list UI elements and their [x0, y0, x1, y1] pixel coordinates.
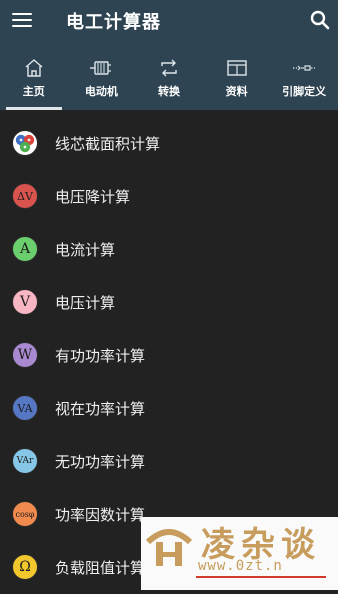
- tab-label: 引脚定义: [282, 85, 327, 98]
- list-item-voltage[interactable]: V 电压计算: [0, 276, 338, 329]
- tab-documents[interactable]: 资料: [203, 52, 271, 110]
- list-item-wire-cross-section[interactable]: 线芯截面积计算: [0, 117, 338, 170]
- tab-label: 电动机: [84, 85, 118, 98]
- tab-motor[interactable]: 电动机: [68, 52, 136, 110]
- wire-cross-section-icon: [12, 130, 38, 156]
- list-item-label: 负载阻值计算: [55, 559, 146, 577]
- resistance-icon: Ω: [12, 554, 38, 580]
- active-power-icon: W: [12, 342, 38, 368]
- app-bar: 电工计算器: [0, 0, 338, 42]
- book-icon: [226, 60, 247, 76]
- list-item-label: 有功功率计算: [55, 347, 146, 365]
- power-factor-icon: cosφ: [12, 501, 38, 527]
- reactive-power-icon: VAr: [12, 448, 38, 474]
- tab-label: 主页: [22, 85, 45, 98]
- tab-label: 转换: [157, 85, 180, 98]
- list-item-reactive-power[interactable]: VAr 无功功率计算: [0, 435, 338, 488]
- pinout-icon: [293, 65, 316, 71]
- voltage-drop-icon: ΔV: [12, 183, 38, 209]
- current-icon: A: [12, 236, 38, 262]
- list-item-apparent-power[interactable]: VA 视在功率计算: [0, 382, 338, 435]
- tab-label: 资料: [225, 85, 248, 98]
- search-icon[interactable]: [308, 8, 332, 32]
- list-item-current[interactable]: A 电流计算: [0, 223, 338, 276]
- list-item-voltage-drop[interactable]: ΔV 电压降计算: [0, 170, 338, 223]
- list-item-label: 无功功率计算: [55, 453, 146, 471]
- convert-icon: [161, 59, 177, 77]
- list-item-active-power[interactable]: W 有功功率计算: [0, 329, 338, 382]
- watermark-underline: [196, 576, 326, 578]
- tab-convert[interactable]: 转换: [135, 52, 203, 110]
- hamburger-menu-icon[interactable]: [12, 11, 34, 31]
- tab-home[interactable]: 主页: [0, 52, 68, 110]
- motor-icon: [90, 61, 112, 75]
- main-tab-bar: 主页 电动机 转换 资料 引脚定义: [0, 52, 338, 110]
- top-bar: 电工计算器 主页 电动机 转换 资料 引脚定义: [0, 0, 338, 110]
- tab-pinout[interactable]: 引脚定义: [270, 52, 338, 110]
- list-item-label: 线芯截面积计算: [55, 135, 161, 153]
- list-item-label: 功率因数计算: [55, 506, 146, 524]
- home-icon: [25, 59, 43, 77]
- list-item-label: 电流计算: [55, 241, 116, 259]
- app-title: 电工计算器: [66, 12, 161, 33]
- voltage-icon: V: [12, 289, 38, 315]
- list-item-label: 电压计算: [55, 294, 116, 312]
- watermark-url: www.0zt.n: [198, 558, 283, 574]
- apparent-power-icon: VA: [12, 395, 38, 421]
- list-item-label: 视在功率计算: [55, 400, 146, 418]
- watermark-overlay: 凌杂谈 www.0zt.n: [141, 517, 338, 590]
- watermark-logo: [145, 529, 193, 566]
- list-item-label: 电压降计算: [55, 188, 131, 206]
